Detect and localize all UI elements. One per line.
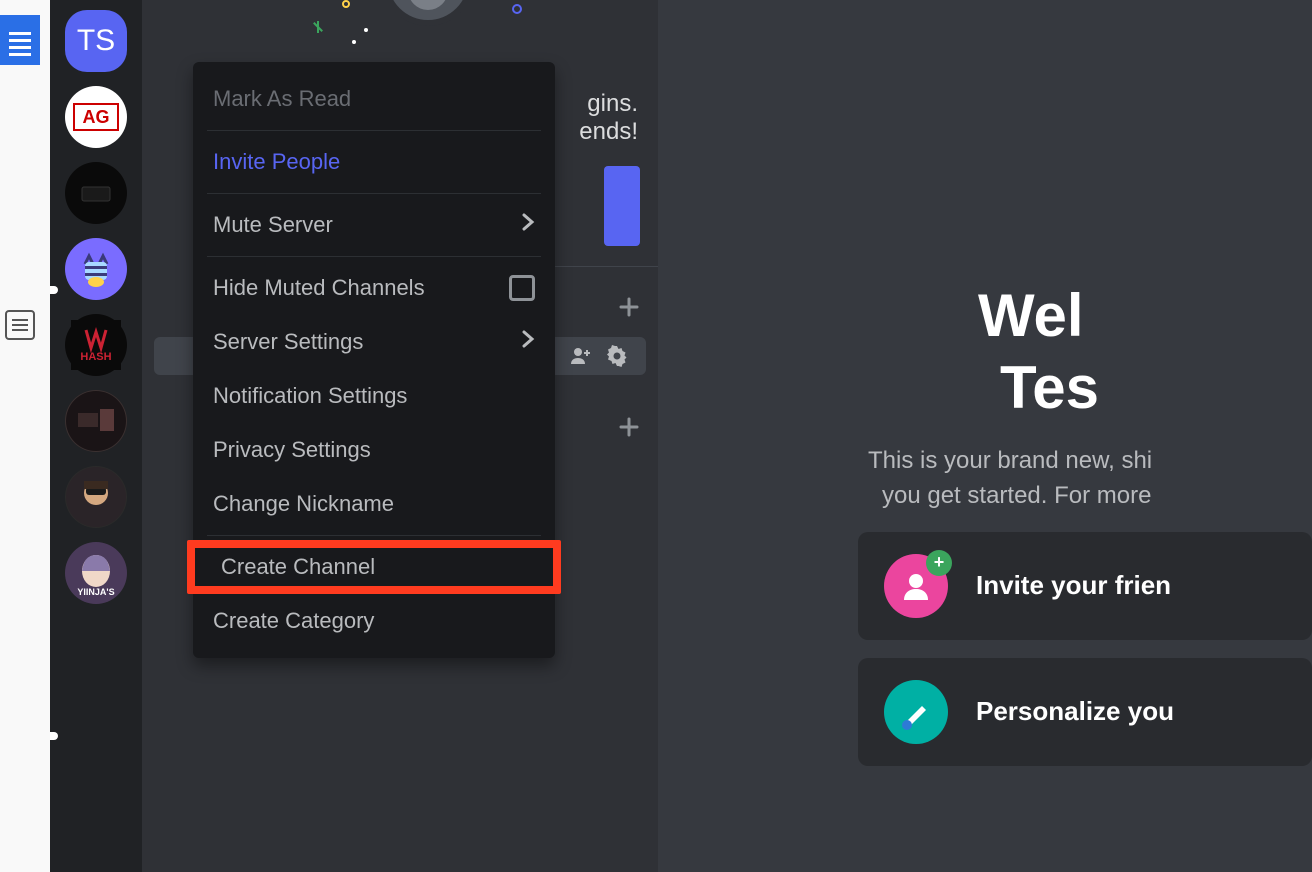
menu-divider <box>207 130 541 131</box>
menu-label: Hide Muted Channels <box>213 275 425 301</box>
server-avatar <box>382 0 474 26</box>
welcome-subtitle-line2: you get started. For more <box>868 479 1312 514</box>
google-docs-icon[interactable] <box>0 15 40 65</box>
menu-hide-muted-channels[interactable]: Hide Muted Channels <box>193 261 555 315</box>
list-icon[interactable] <box>5 310 35 340</box>
welcome-subtitle-line1: This is your brand new, shi <box>868 444 1312 479</box>
onboarding-card-personalize[interactable]: Personalize you <box>858 658 1312 766</box>
ag-logo-icon: AG <box>72 102 120 132</box>
primary-action-button[interactable] <box>604 166 640 246</box>
confetti-icon <box>352 40 356 44</box>
onboarding-card-invite[interactable]: + Invite your frien <box>858 532 1312 640</box>
svg-text:AG: AG <box>83 107 110 127</box>
welcome-heading-line1: Wel <box>978 280 1312 352</box>
menu-change-nickname[interactable]: Change Nickname <box>193 477 555 531</box>
browser-sidebar-edge <box>0 0 50 872</box>
confetti-icon <box>317 21 319 33</box>
server-icon-hash[interactable]: HASH <box>65 314 127 376</box>
menu-label: Change Nickname <box>213 491 394 517</box>
server-icon-console[interactable] <box>65 162 127 224</box>
personalize-card-icon <box>884 680 948 744</box>
streamer-avatar-icon <box>66 467 126 527</box>
server-list: TS AG HASH YIINJA'S <box>50 0 142 872</box>
discord-app: TS AG HASH YIINJA'S <box>50 0 1312 872</box>
confetti-icon <box>512 4 522 14</box>
chevron-right-icon <box>521 212 535 238</box>
menu-server-settings[interactable]: Server Settings <box>193 315 555 369</box>
menu-create-channel[interactable]: Create Channel <box>187 540 561 594</box>
svg-text:YIINJA'S: YIINJA'S <box>77 587 114 597</box>
menu-divider <box>207 256 541 257</box>
server-icon-cat[interactable] <box>65 238 127 300</box>
server-icon-dojo[interactable]: YIINJA'S <box>65 542 127 604</box>
svg-text:HASH: HASH <box>80 351 111 363</box>
menu-label: Mute Server <box>213 212 333 238</box>
menu-label: Privacy Settings <box>213 437 371 463</box>
menu-mark-as-read[interactable]: Mark As Read <box>193 72 555 126</box>
invite-card-icon: + <box>884 554 948 618</box>
server-unread-pill <box>50 286 58 294</box>
server-icon-testserver[interactable]: TS <box>65 10 127 72</box>
menu-invite-people[interactable]: Invite People <box>193 135 555 189</box>
menu-mute-server[interactable]: Mute Server <box>193 198 555 252</box>
console-icon <box>76 173 116 213</box>
server-context-menu: Mark As Read Invite People Mute Server H… <box>193 62 555 658</box>
chevron-right-icon <box>521 329 535 355</box>
checkbox-icon[interactable] <box>509 275 535 301</box>
server-icon-streamer[interactable] <box>65 466 127 528</box>
menu-label: Notification Settings <box>213 383 407 409</box>
confetti-icon <box>342 0 350 8</box>
card-personalize-label: Personalize you <box>976 696 1174 727</box>
hash-logo-icon: HASH <box>71 320 121 370</box>
main-content: Wel Tes This is your brand new, shi you … <box>658 0 1312 872</box>
gear-icon[interactable] <box>604 343 630 369</box>
dojo-avatar-icon: YIINJA'S <box>66 543 126 603</box>
menu-label: Invite People <box>213 149 340 175</box>
cat-avatar-icon <box>73 246 119 292</box>
menu-label: Server Settings <box>213 329 363 355</box>
add-channel-icon[interactable] <box>618 293 640 325</box>
menu-divider <box>207 535 541 536</box>
menu-divider <box>207 193 541 194</box>
menu-label: Mark As Read <box>213 86 351 112</box>
menu-create-category[interactable]: Create Category <box>193 594 555 648</box>
menu-label: Create Channel <box>221 554 375 580</box>
add-channel-icon[interactable] <box>618 413 640 445</box>
server-initials: TS <box>77 24 115 58</box>
menu-notification-settings[interactable]: Notification Settings <box>193 369 555 423</box>
menu-label: Create Category <box>213 608 374 634</box>
desk-photo-icon <box>66 391 126 451</box>
card-invite-label: Invite your frien <box>976 570 1171 601</box>
welcome-heading-line2: Tes <box>978 352 1312 424</box>
confetti-icon <box>364 28 368 32</box>
invite-icon[interactable] <box>568 343 594 369</box>
server-icon-ag[interactable]: AG <box>65 86 127 148</box>
menu-privacy-settings[interactable]: Privacy Settings <box>193 423 555 477</box>
plus-badge-icon: + <box>926 550 952 576</box>
server-unread-pill <box>50 732 58 740</box>
server-icon-desk[interactable] <box>65 390 127 452</box>
